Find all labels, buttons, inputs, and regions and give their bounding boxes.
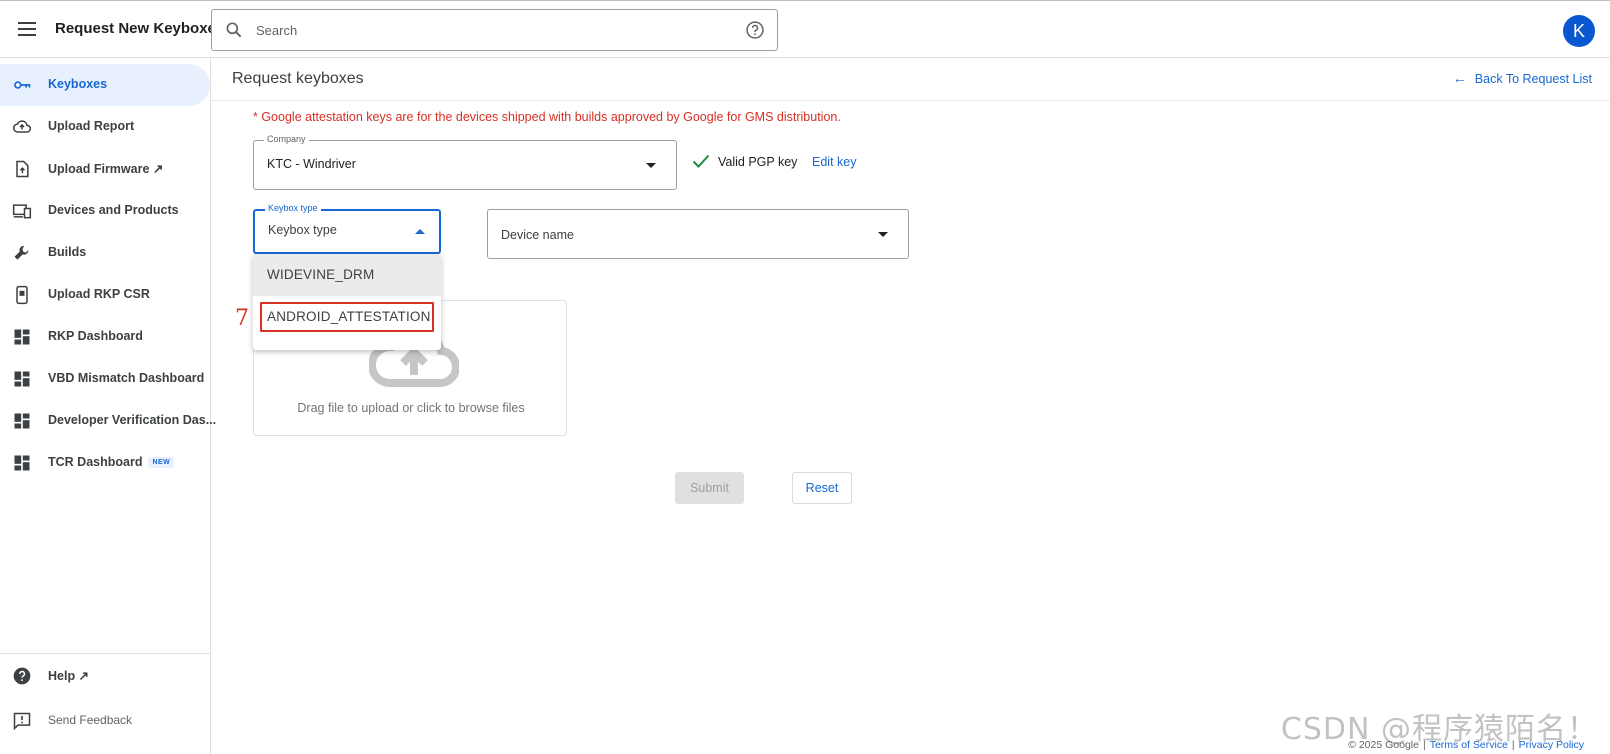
search-bar[interactable] [211, 9, 778, 51]
sidebar-item-send-feedback[interactable]: Send Feedback [0, 700, 210, 742]
dashboard-icon [14, 455, 30, 471]
search-icon[interactable] [224, 20, 244, 40]
sidebar-item-label: Send Feedback [48, 713, 133, 727]
company-legend: Company [264, 134, 309, 144]
sidebar-item-help[interactable]: Help ↗ [0, 655, 210, 697]
main-content: Request keyboxes ← Back To Request List *… [211, 58, 1610, 754]
chevron-down-icon [646, 163, 656, 168]
back-to-request-list-link[interactable]: ← Back To Request List [1453, 70, 1592, 86]
keybox-type-dropdown: WIDEVINE_DRM ANDROID_ATTESTATION [253, 254, 441, 350]
privacy-policy-link[interactable]: Privacy Policy [1519, 739, 1584, 751]
header-divider [211, 100, 1610, 101]
menu-icon[interactable] [14, 18, 40, 40]
app-title: Request New Keyboxes [55, 20, 225, 37]
key-icon [14, 81, 31, 89]
device-name-select[interactable]: Device name [487, 209, 909, 259]
top-app-bar: Request New Keyboxes K [0, 0, 1610, 58]
sidebar-item-vbd-mismatch-dashboard[interactable]: VBD Mismatch Dashboard [0, 358, 210, 400]
pgp-status: Valid PGP key [718, 155, 798, 169]
sidebar-item-keyboxes[interactable]: Keyboxes [0, 64, 210, 106]
option-label: WIDEVINE_DRM [267, 267, 375, 282]
sidebar-item-label: TCR Dashboard NEW [48, 455, 175, 469]
option-label: ANDROID_ATTESTATION [267, 309, 431, 324]
sidebar-item-label: Keyboxes [48, 77, 108, 91]
company-select[interactable]: Company KTC - Windriver [253, 134, 677, 190]
gms-notice: * Google attestation keys are for the de… [253, 110, 841, 124]
avatar[interactable]: K [1563, 15, 1595, 47]
submit-button[interactable]: Submit [675, 472, 744, 504]
sidebar-item-text: TCR Dashboard [48, 455, 143, 469]
search-input[interactable] [256, 18, 726, 42]
keybox-type-value: Keybox type [268, 223, 337, 237]
sidebar-item-builds[interactable]: Builds [0, 232, 210, 274]
sidebar-item-label: Upload Firmware ↗ [48, 162, 164, 176]
reset-button[interactable]: Reset [792, 472, 852, 504]
chevron-down-icon [878, 232, 888, 237]
arrow-left-icon: ← [1452, 70, 1467, 86]
sidebar-item-tcr-dashboard[interactable]: TCR Dashboard NEW [0, 442, 210, 484]
footer-separator: | [1422, 739, 1426, 751]
sidebar-item-label: VBD Mismatch Dashboard [48, 371, 205, 385]
keybox-type-legend: Keybox type [265, 203, 321, 213]
sidebar-item-developer-verification-dashboard[interactable]: Developer Verification Das... [0, 400, 216, 442]
footer: © 2025 Google | Terms of Service | Privacy P… [1348, 739, 1584, 751]
file-upload-icon [16, 160, 29, 178]
help-icon[interactable] [745, 20, 765, 40]
back-link-label: Back To Request List [1474, 72, 1592, 86]
upload-instructions: Drag file to upload or click to browse f… [297, 401, 525, 415]
company-value: KTC - Windriver [267, 157, 356, 171]
sidebar-item-label: Builds [48, 245, 87, 259]
check-icon [692, 154, 710, 168]
option-widevine-drm[interactable]: WIDEVINE_DRM [253, 254, 441, 296]
sidebar-item-upload-firmware[interactable]: Upload Firmware ↗ [0, 148, 210, 190]
sidebar-item-label: Help ↗ [48, 669, 90, 683]
device-name-placeholder: Device name [501, 228, 574, 242]
feedback-icon [13, 712, 31, 731]
keybox-type-select[interactable]: Keybox type Keybox type [253, 203, 441, 254]
cloud-upload-icon [12, 120, 31, 133]
sidebar-divider [0, 653, 210, 654]
dashboard-icon [14, 329, 30, 345]
wrench-icon [14, 245, 29, 260]
help-icon [13, 667, 31, 685]
footer-separator: | [1511, 739, 1515, 751]
sidebar-item-label: RKP Dashboard [48, 329, 143, 343]
sidebar-item-rkp-dashboard[interactable]: RKP Dashboard [0, 316, 210, 358]
chevron-up-icon [415, 229, 425, 234]
sidebar-item-label: Upload Report [48, 119, 135, 133]
step-annotation: 7 [235, 306, 249, 331]
edit-key-link[interactable]: Edit key [812, 155, 856, 169]
sidebar-item-devices-and-products[interactable]: Devices and Products [0, 190, 210, 232]
phone-icon [16, 285, 28, 305]
dashboard-icon [14, 413, 30, 429]
sidebar-item-upload-report[interactable]: Upload Report [0, 106, 210, 148]
devices-icon [12, 204, 32, 219]
option-android-attestation[interactable]: ANDROID_ATTESTATION [253, 296, 441, 338]
terms-of-service-link[interactable]: Terms of Service [1430, 739, 1508, 751]
sidebar-item-label: Developer Verification Das... [48, 413, 217, 427]
sidebar-item-label: Upload RKP CSR [48, 287, 150, 301]
new-badge: NEW [148, 457, 175, 469]
sidebar: Keyboxes Upload Report Upload Firmware ↗… [0, 58, 216, 754]
dashboard-icon [14, 371, 30, 387]
sidebar-item-upload-rkp-csr[interactable]: Upload RKP CSR [0, 274, 210, 316]
page-title: Request keyboxes [232, 70, 364, 87]
sidebar-item-label: Devices and Products [48, 203, 179, 217]
copyright: © 2025 Google [1348, 739, 1419, 751]
